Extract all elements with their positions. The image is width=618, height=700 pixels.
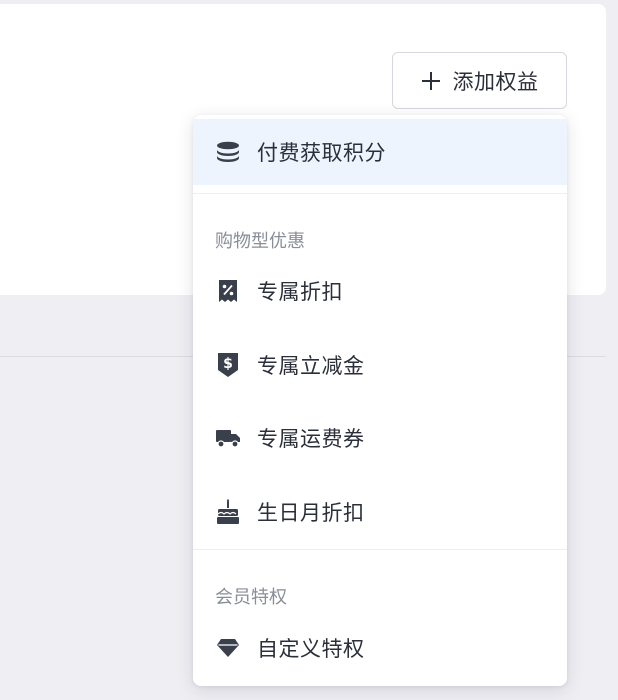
menu-item-custom-privilege[interactable]: 自定义特权 xyxy=(193,615,567,681)
coins-stack-icon xyxy=(215,139,241,165)
plus-icon xyxy=(421,71,440,90)
delivery-truck-icon xyxy=(215,425,241,451)
menu-item-label: 专属运费券 xyxy=(257,427,365,451)
menu-separator xyxy=(193,193,567,194)
menu-separator xyxy=(193,549,567,550)
menu-item-label: 专属立减金 xyxy=(257,354,365,378)
menu-item-label: 专属折扣 xyxy=(257,280,343,304)
add-benefit-button[interactable]: 添加权益 xyxy=(392,52,567,109)
menu-item-exclusive-shipping-coupon[interactable]: 专属运费券 xyxy=(193,405,567,471)
menu-item-label: 付费获取积分 xyxy=(257,141,386,165)
menu-item-birthday-discount[interactable]: 生日月折扣 xyxy=(193,479,567,545)
percent-receipt-icon xyxy=(215,278,241,304)
add-benefit-label: 添加权益 xyxy=(452,69,539,94)
dollar-tag-icon: $ xyxy=(215,352,241,378)
menu-item-exclusive-cashback[interactable]: $ 专属立减金 xyxy=(193,332,567,398)
menu-item-label: 生日月折扣 xyxy=(257,501,365,525)
group-title-member-privileges: 会员特权 xyxy=(215,587,287,608)
menu-item-label: 自定义特权 xyxy=(257,637,365,661)
menu-item-paid-points[interactable]: 付费获取积分 xyxy=(193,119,567,185)
birthday-cake-icon xyxy=(215,499,241,525)
group-title-shopping: 购物型优惠 xyxy=(215,231,305,252)
menu-item-exclusive-discount[interactable]: 专属折扣 xyxy=(193,258,567,324)
gem-icon xyxy=(215,635,241,661)
benefit-dropdown-menu: 付费获取积分 购物型优惠 专属折扣 $ 专属立减金 专属运费券 生日月折扣 会员… xyxy=(193,115,567,686)
svg-text:$: $ xyxy=(223,356,233,372)
